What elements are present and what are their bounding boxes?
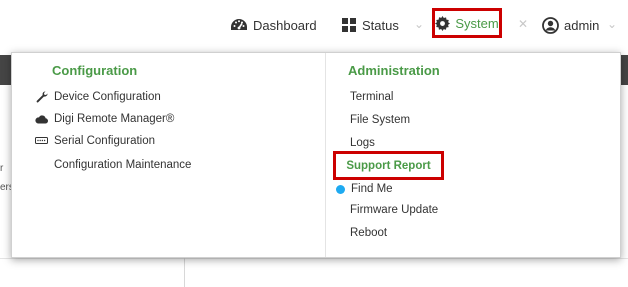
sidebar-border [184,258,185,287]
background-text-fragment: r [0,163,4,174]
menu-item-configuration-maintenance[interactable]: Configuration Maintenance [54,159,191,171]
menu-item-reboot[interactable]: Reboot [350,227,387,239]
menu-item-logs[interactable]: Logs [350,137,375,149]
nav-admin-label: admin [564,17,600,33]
menu-item-label: Firmware Update [350,204,439,216]
menu-item-label: Configuration Maintenance [54,159,192,171]
gear-icon [435,15,451,31]
admin-chevron-down-icon[interactable]: ⌄ [607,17,617,31]
close-x-icon[interactable]: ✕ [518,17,528,31]
menu-item-label: Support Report [346,159,431,172]
column-divider [325,53,326,257]
blue-dot-icon [336,184,345,194]
menu-item-label: Device Configuration [54,91,161,103]
menu-item-firmware-update[interactable]: Firmware Update [350,204,438,216]
administration-heading: Administration [348,63,440,78]
configuration-heading: Configuration [52,63,138,78]
menu-item-support-report[interactable]: Support Report [333,151,444,180]
menu-item-find-me[interactable]: Find Me [336,183,393,195]
menu-item-terminal[interactable]: Terminal [350,91,393,103]
menu-item-serial-configuration[interactable]: Serial Configuration [35,135,155,147]
nav-system[interactable]: System [432,8,502,38]
system-dropdown-menu: Configuration Device Configuration Digi … [11,52,621,258]
menu-item-label: File System [350,114,411,126]
menu-item-label: Digi Remote Manager® [54,113,175,125]
menu-item-label: Find Me [351,183,393,195]
nav-dashboard-label: Dashboard [253,17,317,33]
divider [0,258,628,259]
serial-port-icon [35,135,48,147]
menu-item-label: Terminal [350,91,394,103]
menu-item-file-system[interactable]: File System [350,114,410,126]
nav-status-label: Status [362,17,399,33]
nav-admin[interactable]: admin [542,12,599,38]
dashboard-gauge-icon [230,17,248,33]
top-navbar: Dashboard Status ⌄ System ✕ admin ⌄ [0,0,628,48]
menu-item-digi-remote-manager[interactable]: Digi Remote Manager® [35,113,174,125]
cloud-icon [35,113,48,125]
menu-item-label: Reboot [350,227,388,239]
user-avatar-icon [542,16,559,34]
status-chevron-down-icon[interactable]: ⌄ [414,17,424,31]
nav-system-label: System [455,15,499,31]
menu-item-label: Logs [350,137,375,149]
nav-status[interactable]: Status [341,12,399,38]
status-grid-icon [341,17,357,33]
menu-item-device-configuration[interactable]: Device Configuration [35,91,161,103]
menu-item-label: Serial Configuration [54,135,156,147]
wrench-icon [35,91,48,103]
nav-dashboard[interactable]: Dashboard [230,12,317,38]
